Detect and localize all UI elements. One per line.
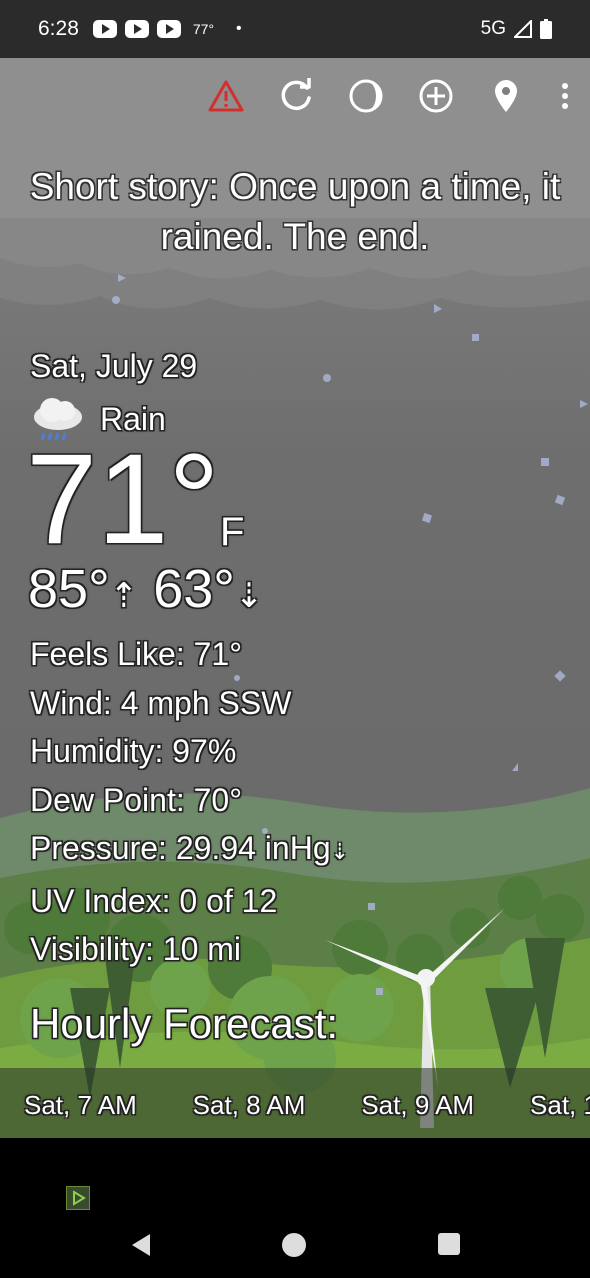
back-button[interactable] xyxy=(128,1232,154,1263)
pressure-row: Pressure: 29.94 inHg⇣ xyxy=(30,824,349,877)
moon-phase-icon xyxy=(349,79,383,113)
weather-scene: Short story: Once upon a time, it rained… xyxy=(0,58,590,1138)
recents-icon xyxy=(438,1233,460,1255)
weather-details: Feels Like: 71° Wind: 4 mph SSW Humidity… xyxy=(30,630,349,974)
high-low-temps: 85°⇡ 63°⇣ xyxy=(28,558,263,620)
hourly-forecast-title: Hourly Forecast: xyxy=(30,1000,339,1047)
dew-point: Dew Point: 70° xyxy=(30,781,243,818)
warning-icon xyxy=(208,80,244,112)
uv-index: UV Index: 0 of 12 xyxy=(30,882,278,919)
more-options-button[interactable] xyxy=(558,78,572,114)
add-location-button[interactable] xyxy=(418,78,454,114)
youtube-notification-icon xyxy=(124,20,149,38)
hourly-item[interactable]: Sat, 9 AM xyxy=(361,1068,530,1138)
recents-button[interactable] xyxy=(437,1232,461,1261)
feels-like: Feels Like: 71° xyxy=(30,636,243,672)
toolbar xyxy=(208,78,572,114)
battery-icon xyxy=(540,19,552,39)
home-button[interactable] xyxy=(281,1232,307,1263)
location-pin-icon xyxy=(495,80,517,112)
warning-button[interactable] xyxy=(208,78,244,114)
current-date: Sat, July 29 xyxy=(30,348,198,384)
arrow-down-icon: ⇣ xyxy=(234,577,264,615)
network-type: 5G xyxy=(480,18,506,39)
status-temp: 77° xyxy=(192,21,215,37)
humidity: Humidity: 97% xyxy=(30,733,237,769)
hourly-forecast-strip[interactable]: Sat, 7 AM Sat, 8 AM Sat, 9 AM Sat, 1 xyxy=(0,1068,590,1138)
hourly-item[interactable]: Sat, 8 AM xyxy=(193,1068,362,1138)
ad-play-icon[interactable] xyxy=(66,1186,90,1210)
refresh-button[interactable] xyxy=(278,78,314,114)
visibility: Visibility: 10 mi xyxy=(30,931,242,967)
pressure-falling-icon: ⇣ xyxy=(330,839,350,864)
signal-icon xyxy=(514,20,532,38)
moon-phase-button[interactable] xyxy=(348,78,384,114)
wind: Wind: 4 mph SSW xyxy=(30,684,292,721)
low-temp: 63° xyxy=(153,559,235,619)
refresh-icon xyxy=(281,78,311,111)
back-icon xyxy=(132,1234,150,1256)
status-time: 6:28 xyxy=(38,17,79,40)
navigation-bar xyxy=(0,1138,590,1278)
home-icon xyxy=(282,1233,306,1257)
youtube-notification-icon xyxy=(156,20,181,38)
high-temp: 85° xyxy=(28,559,110,619)
add-location-icon xyxy=(419,79,453,113)
youtube-notification-icon xyxy=(92,20,117,38)
pressure: Pressure: 29.94 inHg xyxy=(30,830,331,866)
hourly-item[interactable]: Sat, 7 AM xyxy=(24,1068,193,1138)
location-button[interactable] xyxy=(488,78,524,114)
current-temperature: 71° xyxy=(26,428,220,571)
status-dot: • xyxy=(236,20,242,37)
weather-story-headline: Short story: Once upon a time, it rained… xyxy=(29,166,561,257)
temperature-unit: F xyxy=(220,510,245,554)
more-vert-icon xyxy=(562,83,568,109)
arrow-up-icon: ⇡ xyxy=(109,577,139,615)
hourly-item[interactable]: Sat, 1 xyxy=(530,1068,590,1138)
status-bar: 6:28 77° • 5G xyxy=(0,0,590,58)
